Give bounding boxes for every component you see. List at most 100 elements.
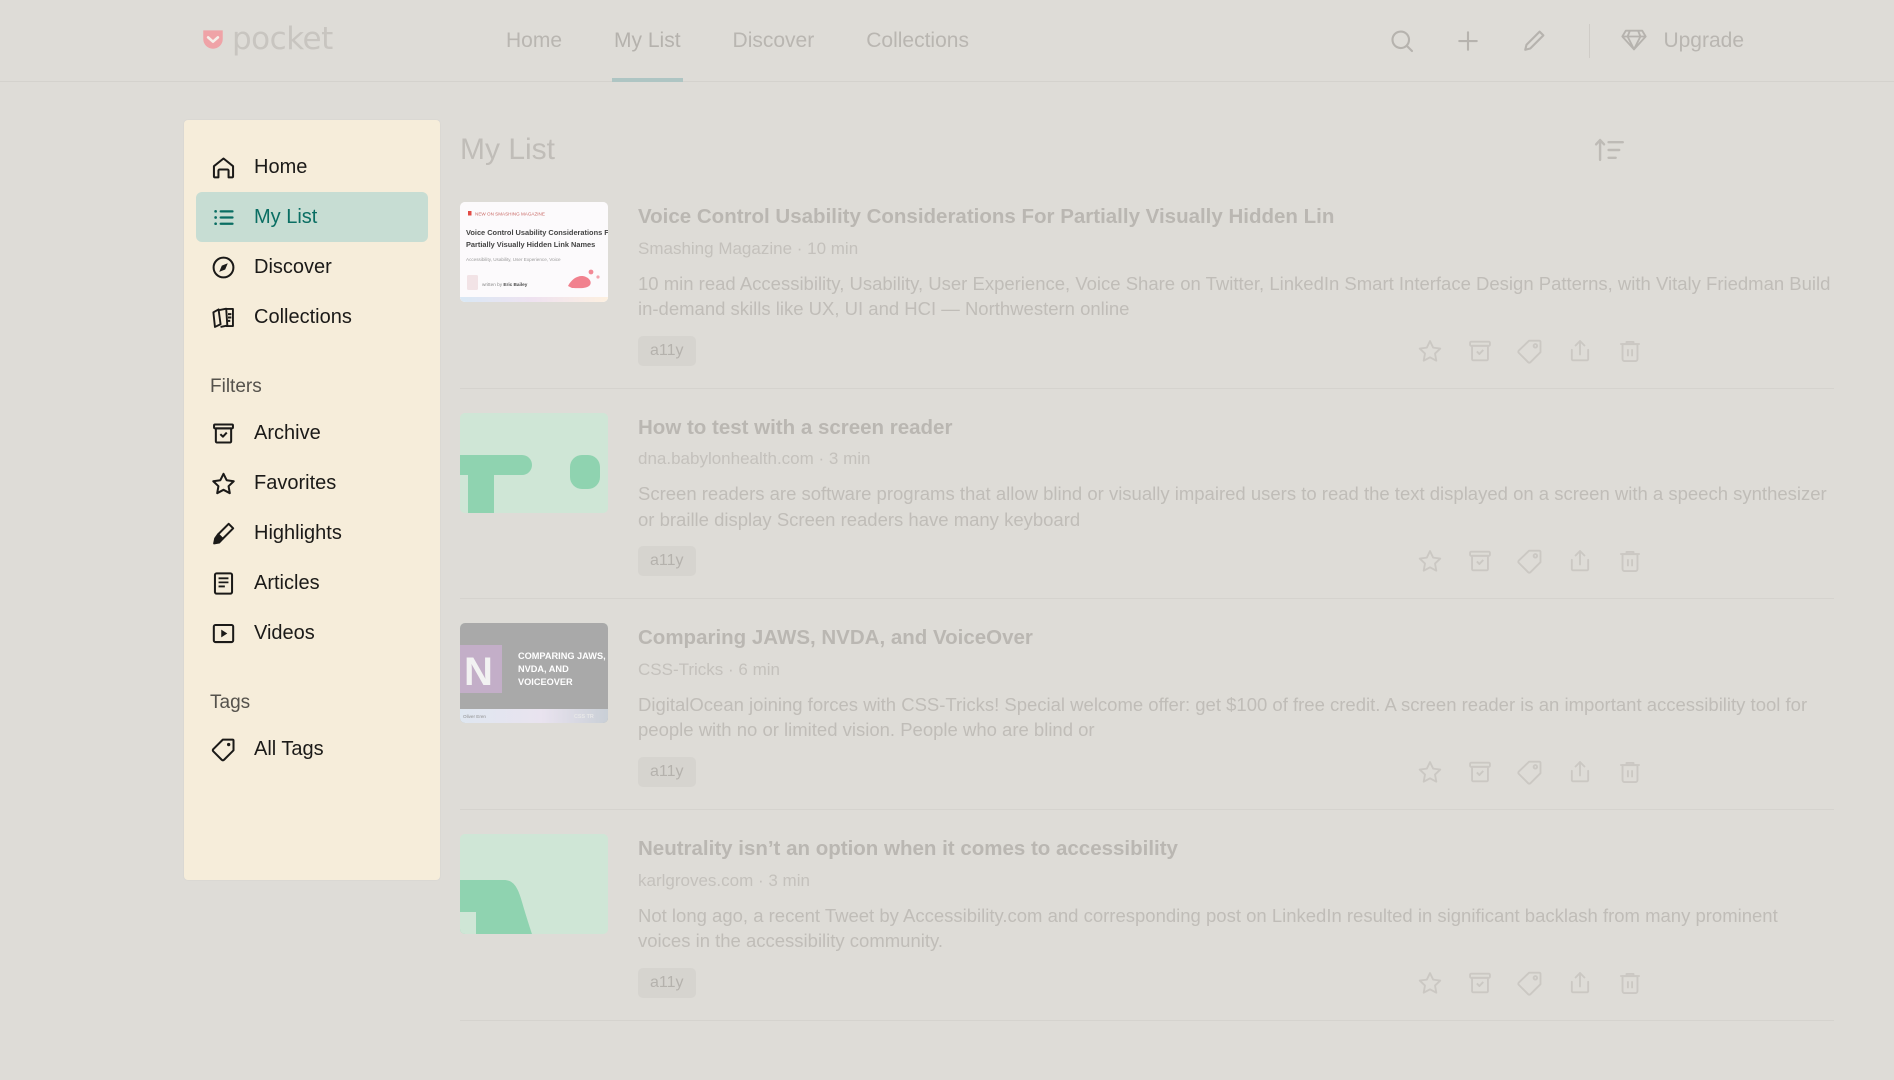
article-body: How to test with a screen reader dna.bab… [638,413,1834,577]
sidebar-item-label: Collections [254,305,352,328]
sidebar-item-my-list[interactable]: My List [196,192,428,242]
content-header: My List [460,82,1834,178]
list-item[interactable]: How to test with a screen reader dna.bab… [460,389,1834,600]
collections-icon [210,304,237,331]
delete-icon[interactable] [1616,337,1644,365]
sidebar-item-home[interactable]: Home [196,142,428,192]
article-tag[interactable]: a11y [638,546,696,577]
nav-item-my-list[interactable]: My List [588,0,707,82]
svg-text:NVDA, AND: NVDA, AND [518,664,569,674]
delete-icon[interactable] [1616,758,1644,786]
favorite-icon[interactable] [1416,969,1444,997]
archive-icon[interactable] [1466,969,1494,997]
star-icon [210,470,237,497]
sidebar-item-videos[interactable]: Videos [196,608,428,658]
article-list: NEW ON SMASHING MAGAZINE Voice Control U… [460,178,1834,1021]
sidebar-item-archive[interactable]: Archive [196,408,428,458]
pocket-logo[interactable]: pocket [200,21,333,57]
video-icon [210,620,237,647]
sidebar-item-label: Articles [254,571,320,594]
article-icon [210,570,237,597]
pocket-wordmark: pocket [232,21,333,57]
delete-icon[interactable] [1616,969,1644,997]
list-item[interactable]: N COMPARING JAWS, NVDA, AND VOICEOVER Ol… [460,599,1834,810]
favorite-icon[interactable] [1416,337,1444,365]
favorite-icon[interactable] [1416,758,1444,786]
article-thumbnail[interactable]: N COMPARING JAWS, NVDA, AND VOICEOVER Ol… [460,623,608,724]
archive-icon[interactable] [1466,337,1494,365]
sidebar-item-label: Archive [254,421,321,444]
archive-icon[interactable] [1466,547,1494,575]
article-title[interactable]: How to test with a screen reader [638,415,1834,441]
upgrade-button[interactable]: Upgrade [1620,0,1744,82]
sidebar-filters-heading: Filters [210,376,262,397]
share-icon[interactable] [1566,758,1594,786]
favorite-icon[interactable] [1416,547,1444,575]
header-actions [1387,0,1594,82]
nav-item-home[interactable]: Home [480,0,588,82]
article-title[interactable]: Voice Control Usability Considerations F… [638,204,1834,230]
article-tag[interactable]: a11y [638,756,696,787]
sidebar-item-label: All Tags [254,737,324,760]
share-icon[interactable] [1566,337,1594,365]
article-body: Neutrality isn’t an option when it comes… [638,834,1834,998]
share-icon[interactable] [1566,969,1594,997]
sidebar-panel: Home My List Discover Collections Filter… [184,120,440,880]
article-footer: a11y [638,967,1834,998]
article-thumbnail[interactable]: NEW ON SMASHING MAGAZINE Voice Control U… [460,202,608,302]
share-icon[interactable] [1566,547,1594,575]
sidebar-item-label: Discover [254,255,332,278]
main-content: My List NEW ON SMASHING MAGAZINE Voice C… [460,82,1834,1080]
article-meta: CSS-Tricks · 6 min [638,659,780,679]
article-tag[interactable]: a11y [638,967,696,998]
sidebar-item-discover[interactable]: Discover [196,242,428,292]
sidebar-item-favorites[interactable]: Favorites [196,458,428,508]
sort-ascending-icon[interactable] [1593,133,1627,167]
nav-item-collections[interactable]: Collections [840,0,995,82]
svg-text:CSS TR: CSS TR [574,714,594,720]
sidebar-item-highlights[interactable]: Highlights [196,508,428,558]
svg-text:Accessibility, Usability, User: Accessibility, Usability, User Experienc… [466,257,561,262]
article-actions [1416,547,1644,575]
list-item[interactable]: NEW ON SMASHING MAGAZINE Voice Control U… [460,178,1834,389]
article-thumbnail[interactable] [460,412,608,513]
tag-icon[interactable] [1516,547,1544,575]
sidebar-item-label: Videos [254,621,315,644]
tag-icon[interactable] [1516,337,1544,365]
sidebar-item-collections[interactable]: Collections [196,292,428,342]
tag-icon[interactable] [1516,969,1544,997]
article-meta: karlgroves.com · 3 min [638,870,810,890]
nav-item-discover[interactable]: Discover [707,0,841,82]
tag-icon[interactable] [1516,758,1544,786]
svg-text:VOICEOVER: VOICEOVER [518,677,573,687]
compass-icon [210,254,237,281]
delete-icon[interactable] [1616,547,1644,575]
add-icon[interactable] [1453,26,1483,56]
svg-text:COMPARING JAWS,: COMPARING JAWS, [518,651,606,661]
header-divider [1589,24,1590,58]
list-icon [210,204,237,231]
list-item[interactable]: Neutrality isn’t an option when it comes… [460,810,1834,1021]
sidebar-item-articles[interactable]: Articles [196,558,428,608]
article-footer: a11y [638,335,1834,366]
article-title[interactable]: Neutrality isn’t an option when it comes… [638,836,1834,862]
article-meta: Smashing Magazine · 10 min [638,238,859,258]
diamond-icon [1620,26,1650,56]
tag-icon [210,736,237,763]
pocket-shield-icon [200,26,226,52]
upgrade-label: Upgrade [1663,29,1744,52]
article-excerpt: 10 min read Accessibility, Usability, Us… [638,272,1831,320]
article-meta: dna.babylonhealth.com · 3 min [638,449,871,469]
article-tag[interactable]: a11y [638,335,696,366]
article-thumbnail[interactable] [460,833,608,934]
article-body: Voice Control Usability Considerations F… [638,202,1834,366]
sidebar-item-label: Home [254,155,308,178]
sidebar-item-all-tags[interactable]: All Tags [196,724,428,774]
svg-text:Partially Visually Hidden Link: Partially Visually Hidden Link Names [466,240,595,249]
article-title[interactable]: Comparing JAWS, NVDA, and VoiceOver [638,625,1834,651]
search-icon[interactable] [1387,26,1417,56]
archive-icon[interactable] [1466,758,1494,786]
article-actions [1416,969,1644,997]
edit-icon[interactable] [1519,26,1549,56]
article-body: Comparing JAWS, NVDA, and VoiceOver CSS-… [638,623,1834,787]
